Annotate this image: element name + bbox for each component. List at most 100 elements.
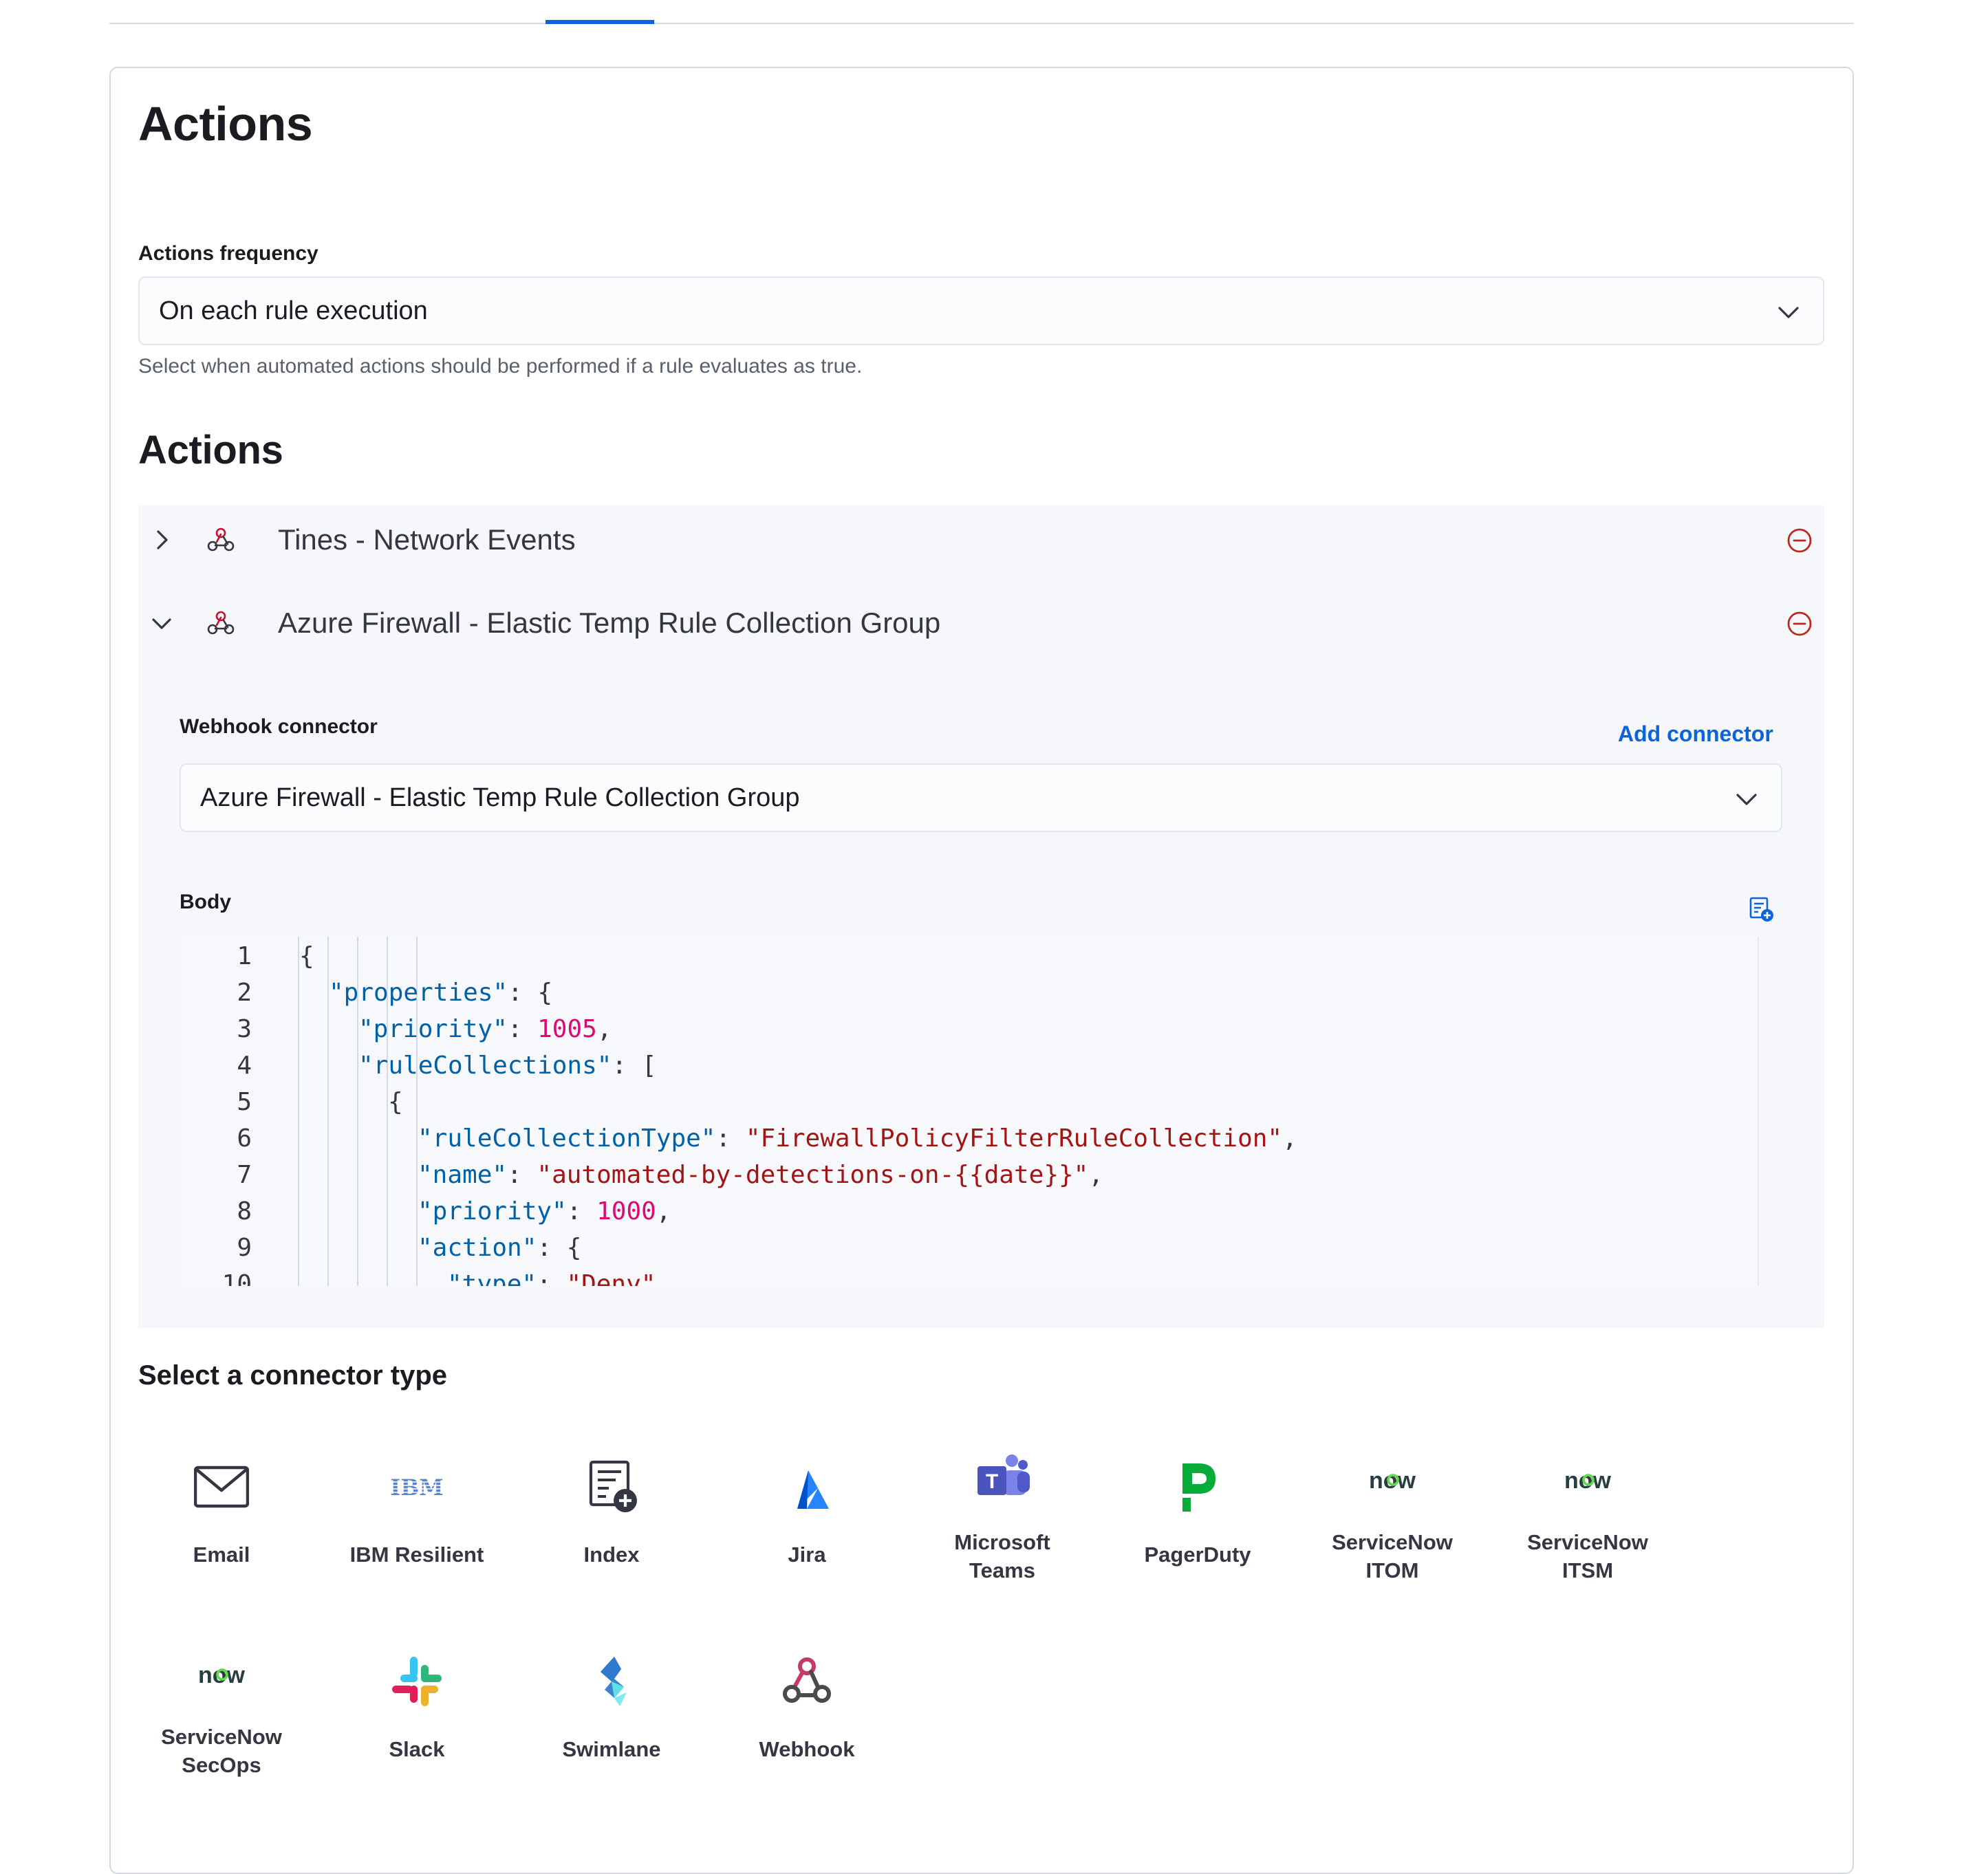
chevron-down-icon (1778, 307, 1799, 318)
webhook-connector-select[interactable]: Azure Firewall - Elastic Temp Rule Colle… (180, 763, 1782, 832)
servicenow-logo-icon: now (198, 1662, 246, 1688)
code-text: "properties": { (329, 979, 553, 1007)
action-item-azure-firewall[interactable]: Azure Firewall - Elastic Temp Rule Colle… (138, 589, 1824, 657)
connector-card-label: IBM Resilient (349, 1543, 484, 1567)
line-number: 2 (237, 979, 252, 1007)
webhook-icon (207, 527, 235, 552)
connector-card-servicenow-itom[interactable]: now ServiceNow ITOM (1296, 1459, 1489, 1624)
add-variable-icon[interactable] (1747, 895, 1775, 923)
connector-card-label: ServiceNow ITOM (1332, 1530, 1453, 1582)
code-text: "ruleCollections": [ (358, 1052, 657, 1080)
connector-card-email[interactable]: Email (125, 1459, 318, 1624)
line-number: 5 (237, 1088, 252, 1116)
active-tab-indicator (545, 20, 654, 24)
line-number: 8 (237, 1197, 252, 1225)
connector-card-label: PagerDuty (1144, 1543, 1251, 1567)
connector-card-microsoft-teams[interactable]: T Microsoft Teams (906, 1454, 1099, 1624)
code-line: 8 "priority": 1000, (180, 1193, 1755, 1230)
line-number: 7 (237, 1161, 252, 1189)
tabs-underline (109, 23, 1854, 24)
code-line: 7 "name": "automated-by-detections-on-{{d… (180, 1157, 1755, 1193)
connector-card-label: Slack (389, 1737, 445, 1761)
line-number: 9 (237, 1234, 252, 1262)
code-line: 2 "properties": { (180, 974, 1755, 1011)
svg-text:T: T (986, 1470, 998, 1493)
code-line: 4 "ruleCollections": [ (180, 1047, 1755, 1084)
connector-card-label: Email (193, 1543, 250, 1567)
connector-card-label: Index (583, 1543, 640, 1567)
connector-card-label: ServiceNow SecOps (161, 1725, 282, 1777)
code-text: "priority": 1000, (418, 1197, 671, 1225)
body-label: Body (180, 891, 231, 913)
action-item-tines[interactable]: Tines - Network Events (138, 505, 1824, 574)
actions-frequency-help: Select when automated actions should be … (138, 355, 863, 378)
connector-card-label: Jira (788, 1543, 826, 1567)
svg-text:now: now (198, 1662, 246, 1688)
code-text: "ruleCollectionType": "FirewallPolicyFil… (418, 1124, 1297, 1153)
line-number: 3 (237, 1015, 252, 1043)
servicenow-logo-icon: now (1369, 1468, 1416, 1494)
page-title: Actions (138, 97, 313, 151)
code-line: 10 "type": "Deny" (180, 1266, 1755, 1286)
add-connector-link[interactable]: Add connector (1618, 720, 1773, 748)
code-text: "action": { (418, 1234, 582, 1262)
code-text: "name": "automated-by-detections-on-{{da… (418, 1161, 1104, 1189)
webhook-icon (207, 611, 235, 635)
chevron-down-icon[interactable] (151, 612, 173, 634)
svg-text:now: now (1564, 1468, 1612, 1494)
connector-type-title: Select a connector type (138, 1360, 448, 1391)
code-text: { (299, 942, 314, 970)
connector-card-label: ServiceNow ITSM (1527, 1530, 1648, 1582)
code-text: { (388, 1088, 403, 1116)
action-item-title: Tines - Network Events (278, 523, 576, 556)
envelope-icon (194, 1466, 249, 1508)
connector-card-label: Webhook (759, 1737, 855, 1761)
actions-frequency-label: Actions frequency (138, 242, 318, 265)
line-number: 10 (222, 1270, 252, 1286)
connector-card-label: Microsoft Teams (954, 1530, 1050, 1582)
code-line: 3 "priority": 1005, (180, 1011, 1755, 1047)
connector-card-pagerduty[interactable]: PagerDuty (1101, 1459, 1294, 1624)
connector-card-index[interactable]: Index (515, 1459, 708, 1624)
slack-logo-icon (392, 1657, 442, 1706)
chevron-right-icon[interactable] (151, 529, 173, 551)
actions-section-title: Actions (138, 428, 283, 472)
line-number: 4 (237, 1052, 252, 1080)
line-number: 1 (237, 942, 252, 970)
connector-card-servicenow-secops[interactable]: now ServiceNow SecOps (125, 1654, 318, 1819)
body-code-editor[interactable]: 1{2 "properties": {3 "priority": 1005, 4 "ru… (180, 937, 1782, 1286)
index-add-icon (589, 1460, 637, 1512)
action-item-title: Azure Firewall - Elastic Temp Rule Colle… (278, 607, 941, 639)
remove-action-icon[interactable] (1786, 611, 1813, 637)
connector-card-label: Swimlane (562, 1737, 661, 1761)
editor-scrollbar[interactable] (1758, 937, 1782, 1286)
connector-card-webhook[interactable]: Webhook (711, 1654, 903, 1819)
remove-action-icon[interactable] (1786, 527, 1813, 554)
actions-frequency-select[interactable]: On each rule execution (138, 276, 1824, 345)
code-text: "type": "Deny" (447, 1270, 656, 1286)
svg-text:IBM: IBM (390, 1474, 443, 1501)
code-line: 9 "action": { (180, 1230, 1755, 1266)
svg-text:now: now (1369, 1468, 1416, 1494)
connector-card-jira[interactable]: Jira (711, 1459, 903, 1624)
connector-card-ibm-resilient[interactable]: IBM IBM Resilient (321, 1459, 513, 1624)
code-line: 5{ (180, 1084, 1755, 1120)
chevron-down-icon (1736, 794, 1757, 805)
swimlane-logo-icon (601, 1657, 627, 1706)
connector-card-slack[interactable]: Slack (321, 1654, 513, 1819)
code-line: 6 "ruleCollectionType": "FirewallPolicyFi… (180, 1120, 1755, 1157)
pagerduty-logo-icon (1182, 1463, 1216, 1512)
actions-frequency-value: On each rule execution (159, 296, 428, 325)
connector-card-swimlane[interactable]: Swimlane (515, 1654, 708, 1819)
line-number: 6 (237, 1124, 252, 1153)
connector-card-servicenow-itsm[interactable]: now ServiceNow ITSM (1491, 1459, 1684, 1624)
code-line: 1{ (180, 938, 1755, 974)
code-text: "priority": 1005, (358, 1015, 612, 1043)
servicenow-logo-icon: now (1564, 1468, 1612, 1494)
webhook-connector-label: Webhook connector (180, 715, 378, 738)
jira-logo-icon (797, 1470, 829, 1509)
webhook-icon (783, 1657, 831, 1703)
ibm-logo-icon: IBM (390, 1474, 443, 1501)
webhook-connector-value: Azure Firewall - Elastic Temp Rule Colle… (200, 783, 800, 812)
teams-logo-icon: T (977, 1454, 1030, 1495)
